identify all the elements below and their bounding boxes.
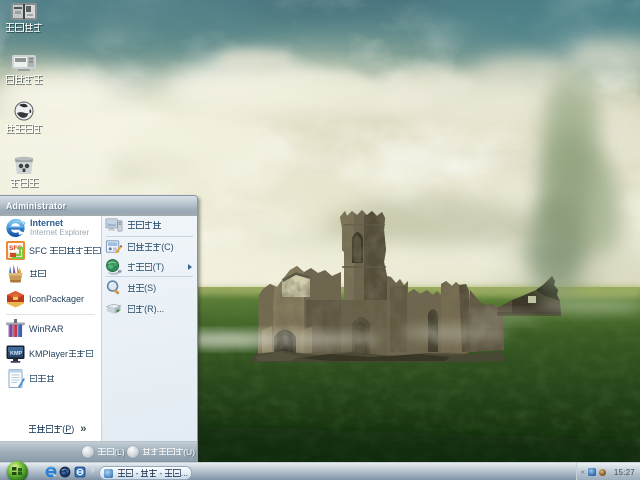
- svg-text:KMP: KMP: [10, 351, 23, 357]
